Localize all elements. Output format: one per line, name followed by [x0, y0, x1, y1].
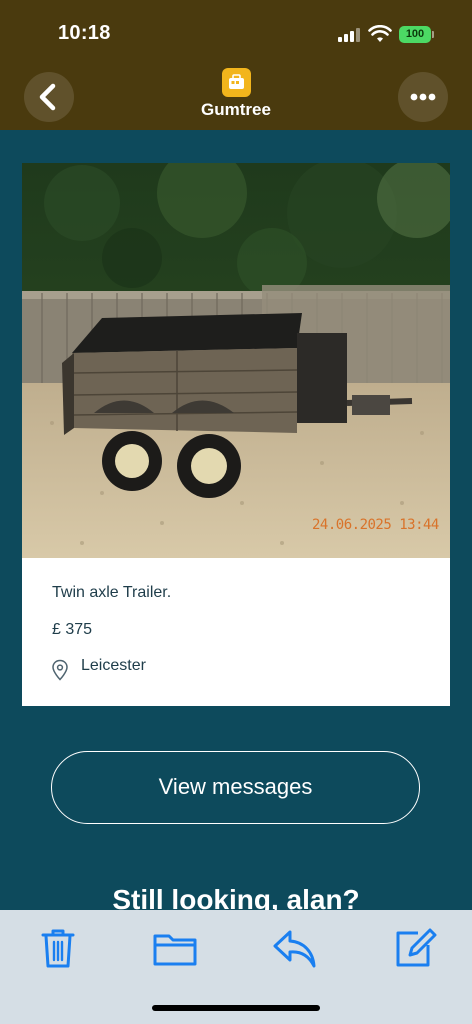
more-options-button[interactable]: [398, 72, 448, 122]
photo-date-stamp: 24.06.2025 13:44: [312, 517, 439, 533]
reply-icon[interactable]: [271, 926, 317, 970]
home-indicator[interactable]: [152, 1005, 320, 1011]
gumtree-logo-icon: [222, 68, 251, 97]
battery-tip: [432, 31, 434, 38]
folder-icon[interactable]: [152, 926, 198, 970]
listing-price: £ 375: [52, 621, 93, 638]
view-messages-button[interactable]: View messages: [51, 751, 420, 824]
battery-indicator: 100: [399, 26, 431, 43]
listing-card[interactable]: 24.06.2025 13:44 Twin axle Trailer. £ 37…: [22, 163, 450, 706]
compose-icon[interactable]: [391, 926, 437, 970]
status-bar: 10:18 100: [0, 0, 472, 62]
status-time: 10:18: [58, 22, 111, 44]
wifi-icon: [368, 25, 392, 42]
location-pin-icon: [52, 659, 68, 681]
signal-icon: [338, 28, 360, 42]
listing-location: Leicester: [81, 657, 146, 674]
more-dots-icon: [410, 93, 436, 101]
listing-title[interactable]: Twin axle Trailer.: [52, 584, 171, 602]
listing-photo[interactable]: 24.06.2025 13:44: [22, 163, 450, 558]
trash-icon[interactable]: [35, 926, 81, 970]
